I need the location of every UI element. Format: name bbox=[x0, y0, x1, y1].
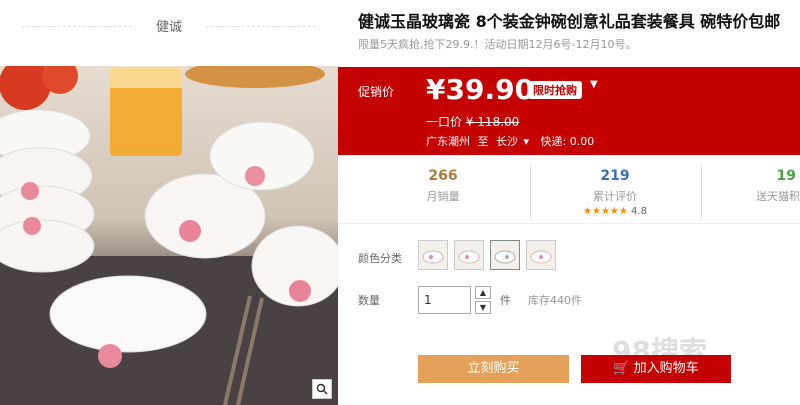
product-image[interactable] bbox=[0, 66, 338, 405]
divider bbox=[701, 166, 702, 218]
color-swatch[interactable] bbox=[490, 240, 520, 270]
product-subtitle: 限量5天疯抢,抢下29.9.！活动日期12月6号-12月10号。 bbox=[358, 38, 637, 51]
star-rating-icon: ★★★★★ bbox=[583, 206, 628, 217]
add-to-cart-button[interactable]: 🛒 加入购物车 bbox=[581, 355, 731, 383]
quantity-label: 数量 bbox=[358, 294, 380, 307]
color-label: 颜色分类 bbox=[358, 252, 402, 265]
monthly-sales-label: 月销量 bbox=[426, 190, 460, 203]
increase-quantity-button[interactable]: ▲ bbox=[475, 286, 491, 299]
color-swatch[interactable] bbox=[526, 240, 556, 270]
points-stat: 19 送天猫积 bbox=[703, 168, 800, 204]
quantity-unit: 件 bbox=[500, 294, 511, 307]
zoom-icon[interactable] bbox=[312, 379, 332, 399]
price-label: 促销价 bbox=[358, 85, 395, 99]
original-price: 一口价 ¥ 118.00 bbox=[426, 113, 519, 130]
color-swatch[interactable] bbox=[418, 240, 448, 270]
stats-bar: 266 月销量 219 累计评价 ★★★★★ 4.8 19 送天猫积 bbox=[338, 158, 800, 224]
points-label: 送天猫积 bbox=[756, 190, 800, 203]
bowls-illustration bbox=[0, 66, 338, 405]
original-price-label: 一口价 bbox=[426, 115, 463, 129]
add-to-cart-label: 加入购物车 bbox=[633, 361, 699, 376]
price-panel: 促销价 ¥39.90 限时抢购 ▼ 一口价 ¥ 118.00 广东潮州 至 长沙… bbox=[338, 67, 800, 155]
original-price-value: ¥ 118.00 bbox=[465, 115, 520, 129]
shipping-info: 广东潮州 至 长沙 ▾ 快递: 0.00 bbox=[426, 133, 594, 149]
stock-info: 库存440件 bbox=[528, 294, 582, 307]
rating: ★★★★★ 4.8 bbox=[520, 206, 710, 217]
product-title: 健诚玉晶玻璃瓷 8个装金钟碗创意礼品套装餐具 碗特价包邮 bbox=[358, 12, 781, 31]
to-text: 至 bbox=[477, 135, 489, 148]
chevron-down-icon[interactable]: ▾ bbox=[524, 135, 530, 148]
monthly-sales-stat: 266 月销量 bbox=[348, 168, 538, 204]
buy-now-button[interactable]: 立刻购买 bbox=[418, 355, 569, 383]
brand-header: 健诚 bbox=[0, 0, 338, 62]
destination-select[interactable]: 长沙 bbox=[496, 135, 518, 148]
reviews-value: 219 bbox=[600, 168, 630, 184]
product-page: 健诚 健诚玉晶玻璃瓷 8个装金钟碗创意礼品套装餐具 碗特价包邮 限量5天疯抢,抢… bbox=[0, 0, 800, 405]
color-swatch[interactable] bbox=[454, 240, 484, 270]
quantity-input[interactable]: 1 bbox=[418, 286, 471, 314]
divider bbox=[206, 26, 316, 27]
promo-price: ¥39.90 bbox=[426, 73, 535, 106]
monthly-sales-value: 266 bbox=[428, 168, 458, 184]
color-swatches bbox=[418, 240, 556, 270]
origin-city: 广东潮州 bbox=[426, 135, 470, 148]
cart-icon: 🛒 bbox=[613, 361, 630, 376]
shipping-fee: 快递: 0.00 bbox=[540, 135, 595, 148]
points-value: 19 bbox=[776, 168, 796, 184]
flash-sale-badge: 限时抢购 bbox=[528, 81, 582, 99]
rating-value: 4.8 bbox=[631, 206, 647, 217]
chevron-down-icon[interactable]: ▼ bbox=[590, 79, 598, 90]
reviews-label: 累计评价 bbox=[593, 190, 637, 203]
reviews-stat[interactable]: 219 累计评价 ★★★★★ 4.8 bbox=[520, 168, 710, 217]
decrease-quantity-button[interactable]: ▼ bbox=[475, 301, 491, 314]
